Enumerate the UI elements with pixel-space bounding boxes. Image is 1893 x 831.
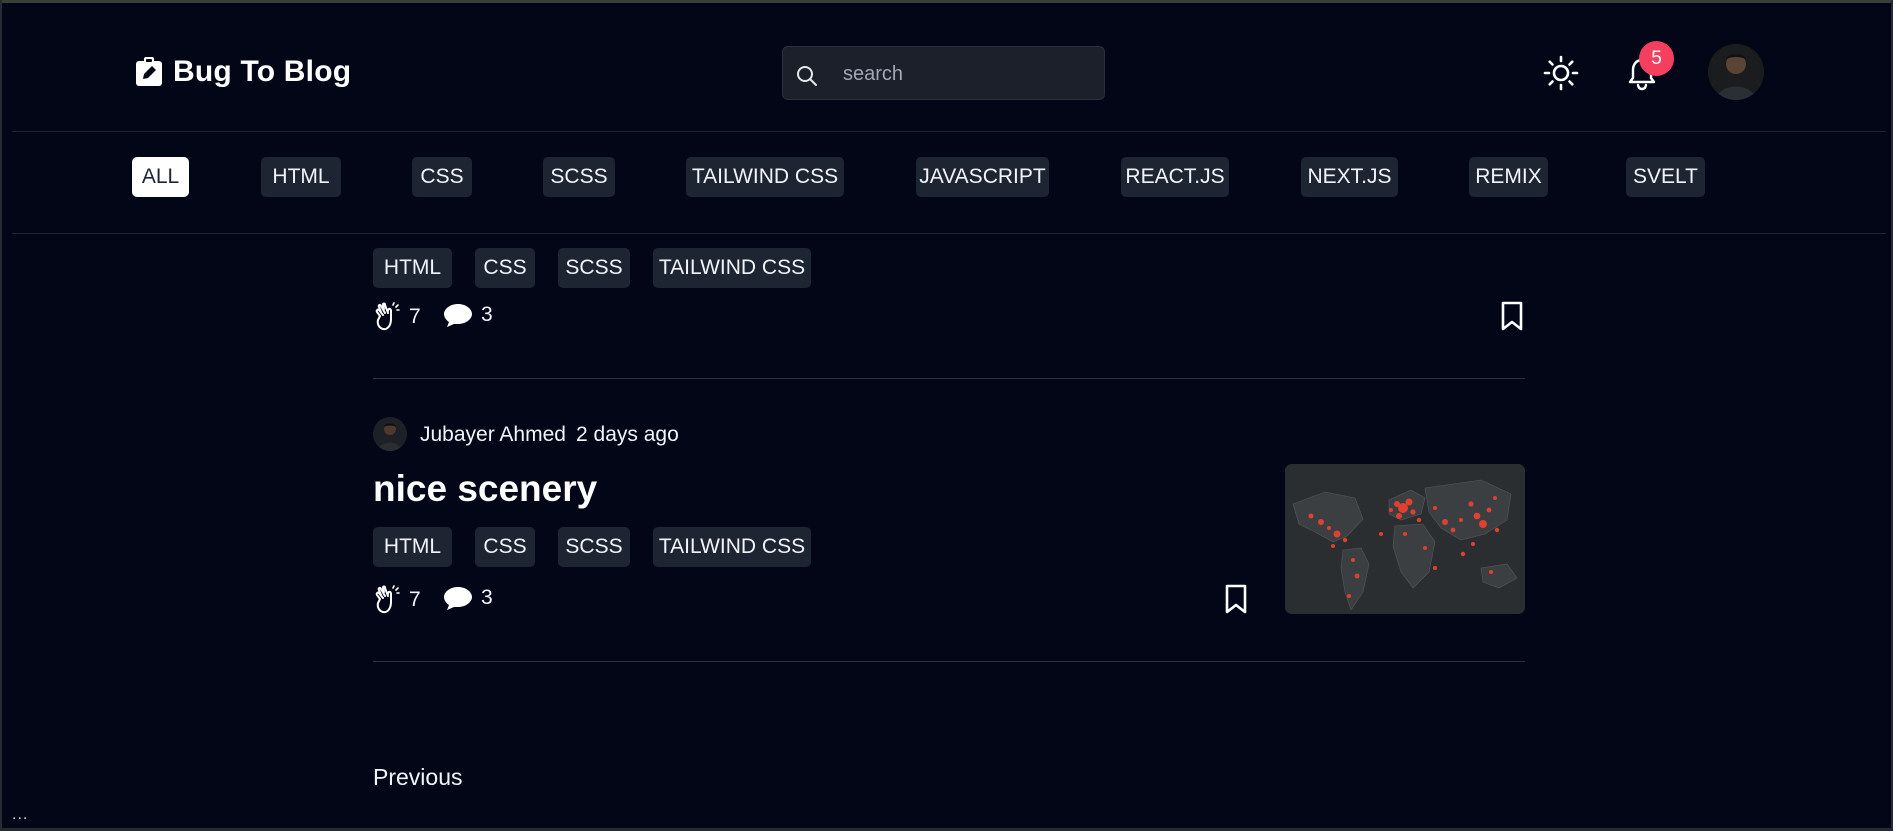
category-svelt[interactable]: SVELT <box>1626 157 1705 197</box>
category-html[interactable]: HTML <box>261 157 341 197</box>
comment-button[interactable]: 3 <box>443 585 493 611</box>
post-tag[interactable]: CSS <box>475 248 535 288</box>
theme-toggle-sun-icon[interactable] <box>1543 55 1579 91</box>
post-tag[interactable]: TAILWIND CSS <box>653 248 811 288</box>
comment-button[interactable]: 3 <box>443 302 493 328</box>
search-input[interactable] <box>841 57 1095 91</box>
clap-button[interactable]: 7 <box>373 585 421 615</box>
category-nextjs[interactable]: NEXT.JS <box>1301 157 1398 197</box>
post-tag[interactable]: SCSS <box>558 248 630 288</box>
comment-icon <box>444 587 472 610</box>
post-thumbnail-world-map[interactable] <box>1285 464 1525 614</box>
author-name[interactable]: Jubayer Ahmed <box>420 423 566 447</box>
post-separator <box>373 378 1525 379</box>
post-tag[interactable]: HTML <box>373 248 452 288</box>
post-time: 2 days ago <box>576 423 679 446</box>
clap-count: 7 <box>409 305 421 328</box>
search-icon <box>797 66 817 86</box>
post-tag[interactable]: TAILWIND CSS <box>653 527 811 567</box>
comment-icon <box>444 304 472 327</box>
search-box[interactable] <box>782 46 1105 100</box>
user-avatar[interactable] <box>1708 44 1764 100</box>
clap-icon <box>375 302 400 331</box>
category-scss[interactable]: SCSS <box>543 157 615 197</box>
comment-count: 3 <box>481 586 493 609</box>
site-logo[interactable]: Bug To Blog <box>135 55 351 89</box>
category-all[interactable]: ALL <box>132 157 189 197</box>
category-remix[interactable]: REMIX <box>1469 157 1548 197</box>
window-top-border <box>0 0 1893 3</box>
post-tag[interactable]: HTML <box>373 527 452 567</box>
bookmark-icon[interactable] <box>1499 301 1525 331</box>
previous-page-link[interactable]: Previous <box>373 764 462 791</box>
logo-text: Bug To Blog <box>173 55 352 88</box>
author-avatar[interactable] <box>373 417 407 451</box>
bookmark-icon[interactable] <box>1223 584 1249 614</box>
category-javascript[interactable]: JAVASCRIPT <box>916 157 1049 197</box>
clap-icon <box>375 585 400 614</box>
post-title[interactable]: nice scenery <box>373 468 597 510</box>
nav-divider <box>12 233 1886 234</box>
category-tailwind-css[interactable]: TAILWIND CSS <box>686 157 844 197</box>
comment-count: 3 <box>481 303 493 326</box>
clap-count: 7 <box>409 588 421 611</box>
post-separator <box>373 661 1525 662</box>
notification-count-badge: 5 <box>1639 41 1674 76</box>
window-left-border <box>0 0 2 831</box>
clipboard-edit-icon <box>136 57 162 86</box>
header-divider <box>12 131 1886 132</box>
category-reactjs[interactable]: REACT.JS <box>1121 157 1229 197</box>
post-tag[interactable]: SCSS <box>558 527 630 567</box>
overflow-ellipsis: ... <box>12 806 29 823</box>
category-css[interactable]: CSS <box>412 157 472 197</box>
clap-button[interactable]: 7 <box>373 302 421 332</box>
post-tag[interactable]: CSS <box>475 527 535 567</box>
